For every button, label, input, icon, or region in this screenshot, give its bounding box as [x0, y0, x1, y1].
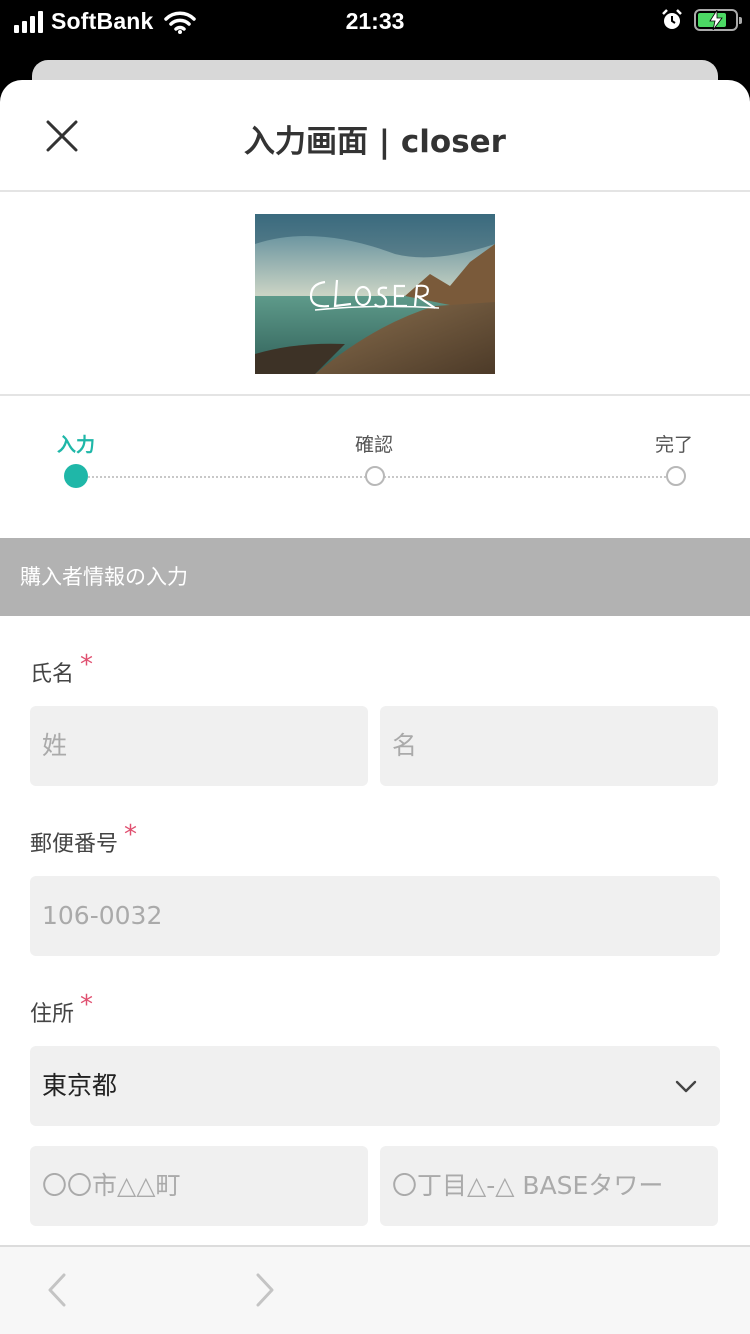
street-input[interactable]: 〇丁目△-△ BASEタワー	[380, 1146, 718, 1226]
header: 入力画面 | closer	[0, 80, 750, 192]
city-input[interactable]: 〇〇市△△町	[30, 1146, 368, 1226]
status-bar: SoftBank 21:33	[0, 0, 750, 60]
postal-field-label: 郵便番号 *	[30, 820, 720, 857]
browser-bottom-bar	[0, 1245, 750, 1334]
page-title: 入力画面 | closer	[244, 124, 506, 160]
chevron-down-icon	[675, 1080, 697, 1093]
postal-code-input[interactable]: 106-0032	[30, 876, 720, 956]
step-dot-complete	[666, 466, 686, 486]
chevron-left-icon[interactable]	[44, 1271, 68, 1309]
purchaser-form: 氏名 * 姓 名 郵便番号 * 106-0032 住所 * 東京都 〇〇市△△町…	[0, 650, 750, 1226]
step-dot-input	[64, 464, 88, 488]
required-mark: *	[80, 990, 94, 1020]
required-mark: *	[124, 820, 138, 850]
closer-logo	[309, 279, 440, 311]
postal-row: 106-0032	[30, 876, 720, 956]
step-label-input: 入力	[57, 434, 96, 456]
step-dot-confirm	[365, 466, 385, 486]
status-right	[660, 8, 742, 32]
prefecture-value: 東京都	[42, 1071, 118, 1100]
step-label-confirm: 確認	[355, 434, 394, 456]
name-row: 姓 名	[30, 706, 720, 786]
first-name-input[interactable]: 名	[380, 706, 718, 786]
address-field-label: 住所 *	[30, 990, 720, 1027]
address-detail-row: 〇〇市△△町 〇丁目△-△ BASEタワー	[30, 1146, 720, 1226]
banner-section	[0, 192, 750, 396]
progress-steps: 入力 確認 完了	[0, 396, 750, 538]
alarm-icon	[662, 9, 682, 29]
address-label-text: 住所	[30, 1002, 75, 1027]
prefecture-select[interactable]: 東京都	[30, 1046, 720, 1126]
battery-icon	[694, 9, 742, 31]
name-label-text: 氏名	[30, 662, 75, 687]
status-time: 21:33	[345, 8, 405, 34]
modal-sheet: 入力画面 | closer 入力 確認 完了 購入者情報の入力 氏名 * 姓 名…	[0, 80, 750, 1334]
section-title: 購入者情報の入力	[0, 538, 750, 616]
chevron-right-icon[interactable]	[254, 1271, 278, 1309]
name-field-label: 氏名 *	[30, 650, 720, 687]
required-mark: *	[80, 650, 94, 680]
last-name-input[interactable]: 姓	[30, 706, 368, 786]
shop-banner-image	[255, 214, 495, 374]
step-label-complete: 完了	[655, 434, 694, 456]
postal-label-text: 郵便番号	[30, 832, 119, 857]
